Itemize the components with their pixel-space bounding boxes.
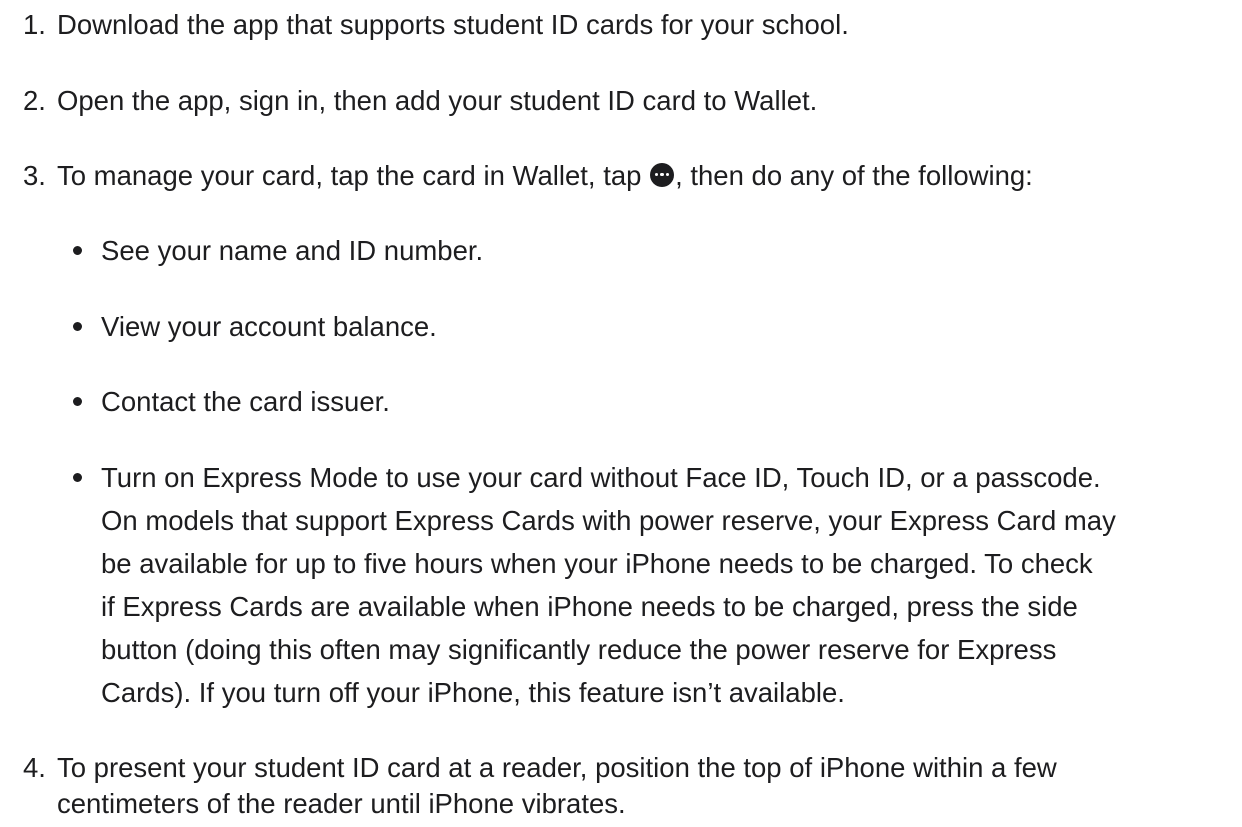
- list-item-text-line: button (doing this often may significant…: [101, 634, 1057, 665]
- more-icon: [650, 162, 675, 187]
- list-item-text: View your account balance.: [101, 311, 437, 342]
- step-text-line: centimeters of the reader until iPhone v…: [57, 788, 626, 819]
- step-number: 3.: [23, 160, 46, 191]
- list-item-text-line: On models that support Express Cards wit…: [101, 505, 1116, 536]
- step-text-before-icon: To manage your card, tap the card in Wal…: [57, 160, 642, 191]
- step-text-after-icon: , then do any of the following:: [675, 160, 1033, 191]
- list-item-text-line: Cards). If you turn off your iPhone, thi…: [101, 677, 845, 708]
- step-number: 4.: [23, 752, 46, 783]
- step-text: Download the app that supports student I…: [57, 9, 849, 40]
- step-text: To manage your card, tap the card in Wal…: [57, 154, 1033, 197]
- step-number: 2.: [23, 85, 46, 116]
- step-number: 1.: [23, 9, 46, 40]
- bullet-icon: [73, 456, 82, 499]
- step-text: Open the app, sign in, then add your stu…: [57, 85, 818, 116]
- list-item-text-line: be available for up to five hours when y…: [101, 548, 1093, 579]
- bullet-icon: [73, 305, 82, 348]
- list-item-text-line: Turn on Express Mode to use your card wi…: [101, 462, 1101, 493]
- bullet-icon: [73, 229, 82, 272]
- list-item-text-line: if Express Cards are available when iPho…: [101, 591, 1078, 622]
- bullet-icon: [73, 380, 82, 423]
- list-item-text: See your name and ID number.: [101, 235, 484, 266]
- list-item-text: Contact the card issuer.: [101, 386, 390, 417]
- instructions-document: 1. Download the app that supports studen…: [0, 0, 1242, 827]
